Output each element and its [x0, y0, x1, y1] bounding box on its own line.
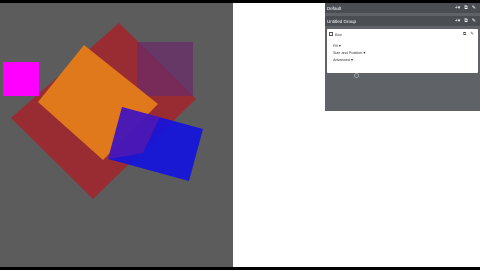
- layer-name: Box: [335, 31, 342, 37]
- edit-icon[interactable]: ✎: [472, 5, 476, 11]
- edit-icon[interactable]: ✎: [472, 18, 476, 24]
- duplicate-icon[interactable]: ⧉: [463, 31, 466, 37]
- layer-checkbox[interactable]: [329, 32, 333, 36]
- magenta-square[interactable]: [3, 62, 39, 96]
- add-icon[interactable]: +▾: [455, 18, 460, 24]
- layer-header: Box ⧉ ✎: [329, 31, 476, 37]
- canvas-shapes: [3, 23, 203, 199]
- purple-square[interactable]: [137, 42, 193, 96]
- untitled-group-bar[interactable]: Untitled Group +▾ ⧉ ✎: [325, 16, 480, 26]
- layer-card-box: Box ⧉ ✎ Fill ▾ Size and Position ▾ Advan…: [327, 29, 478, 73]
- fill-section-toggle[interactable]: Fill ▾: [333, 43, 341, 48]
- size-position-section-toggle[interactable]: Size and Position ▾: [333, 50, 365, 55]
- advanced-section-toggle[interactable]: Advanced ▾: [333, 57, 353, 62]
- group-label: Untitled Group: [327, 18, 357, 24]
- add-icon[interactable]: +▾: [455, 5, 460, 11]
- drawing-canvas[interactable]: [0, 3, 233, 267]
- default-group-label: Default: [327, 5, 342, 11]
- edit-icon[interactable]: ✎: [470, 31, 474, 37]
- duplicate-icon[interactable]: ⧉: [464, 18, 468, 24]
- duplicate-icon[interactable]: ⧉: [464, 5, 468, 11]
- layers-panel: Default +▾ ⧉ ✎ Untitled Group +▾ ⧉ ✎ Box…: [325, 3, 480, 111]
- mouse-cursor-icon: [354, 73, 359, 78]
- default-group-bar[interactable]: Default +▾ ⧉ ✎: [325, 3, 480, 13]
